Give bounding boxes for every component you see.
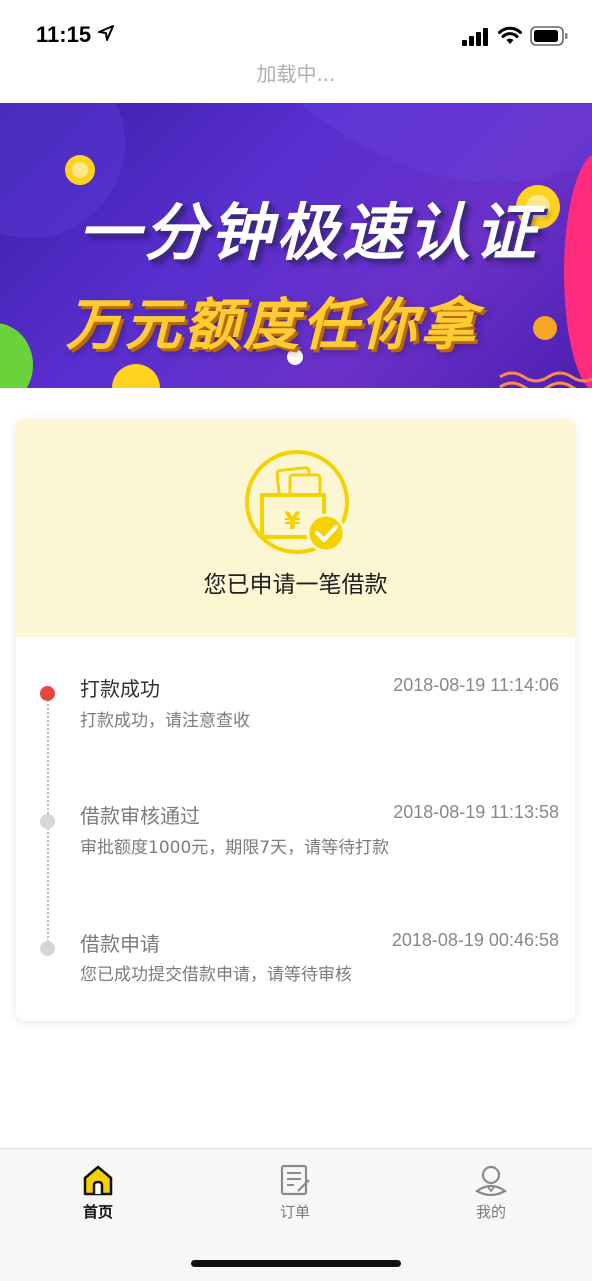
timeline-item-desc: 审批额度1000元，期限7天，请等待打款 — [80, 838, 390, 858]
card-header: ¥ 您已申请一笔借款 — [16, 419, 575, 637]
timeline-item-title: 打款成功 — [80, 677, 160, 701]
home-icon — [83, 1165, 113, 1196]
profile-icon — [474, 1165, 508, 1197]
order-icon — [280, 1164, 310, 1196]
timeline-item-desc: 您已成功提交借款申请，请等待审核 — [80, 965, 352, 985]
tab-profile[interactable]: 我的 — [436, 1163, 546, 1233]
loan-status-card: ¥ 您已申请一笔借款 打款成功 2018-08-19 11:14:06 打款成功… — [16, 419, 575, 1021]
timeline-dot — [40, 941, 55, 956]
tab-label: 订单 — [279, 1203, 310, 1221]
timeline-item-title: 借款申请 — [80, 932, 160, 956]
timeline-dot — [40, 814, 55, 829]
tab-label: 我的 — [475, 1203, 506, 1221]
timeline-item-desc: 打款成功，请注意查收 — [80, 711, 250, 731]
status-time: 11:15 — [36, 22, 92, 47]
banner-headline-1: 一分钟极速认证 — [78, 196, 541, 269]
timeline-item-time: 2018-08-19 11:13:58 — [393, 802, 559, 822]
tab-home[interactable]: 首页 — [43, 1163, 153, 1233]
banner-headline-2: 万元额度任你拿 — [66, 293, 479, 358]
timeline-dot-active — [40, 686, 55, 701]
timeline-item-time: 2018-08-19 00:46:58 — [391, 930, 559, 950]
timeline-item-title: 借款审核通过 — [80, 804, 200, 828]
svg-text:¥: ¥ — [284, 507, 301, 535]
battery-icon — [530, 26, 568, 46]
loading-indicator: 加载中... — [256, 62, 336, 86]
wallet-check-icon: ¥ — [245, 450, 349, 554]
tab-label: 首页 — [82, 1203, 113, 1221]
card-title: 您已申请一笔借款 — [203, 572, 388, 598]
tab-orders[interactable]: 订单 — [240, 1163, 350, 1233]
wifi-icon — [498, 26, 522, 44]
timeline-item-time: 2018-08-19 11:14:06 — [393, 675, 559, 695]
location-arrow-icon — [98, 25, 114, 41]
signal-icon — [462, 28, 488, 46]
home-indicator[interactable] — [191, 1260, 401, 1267]
